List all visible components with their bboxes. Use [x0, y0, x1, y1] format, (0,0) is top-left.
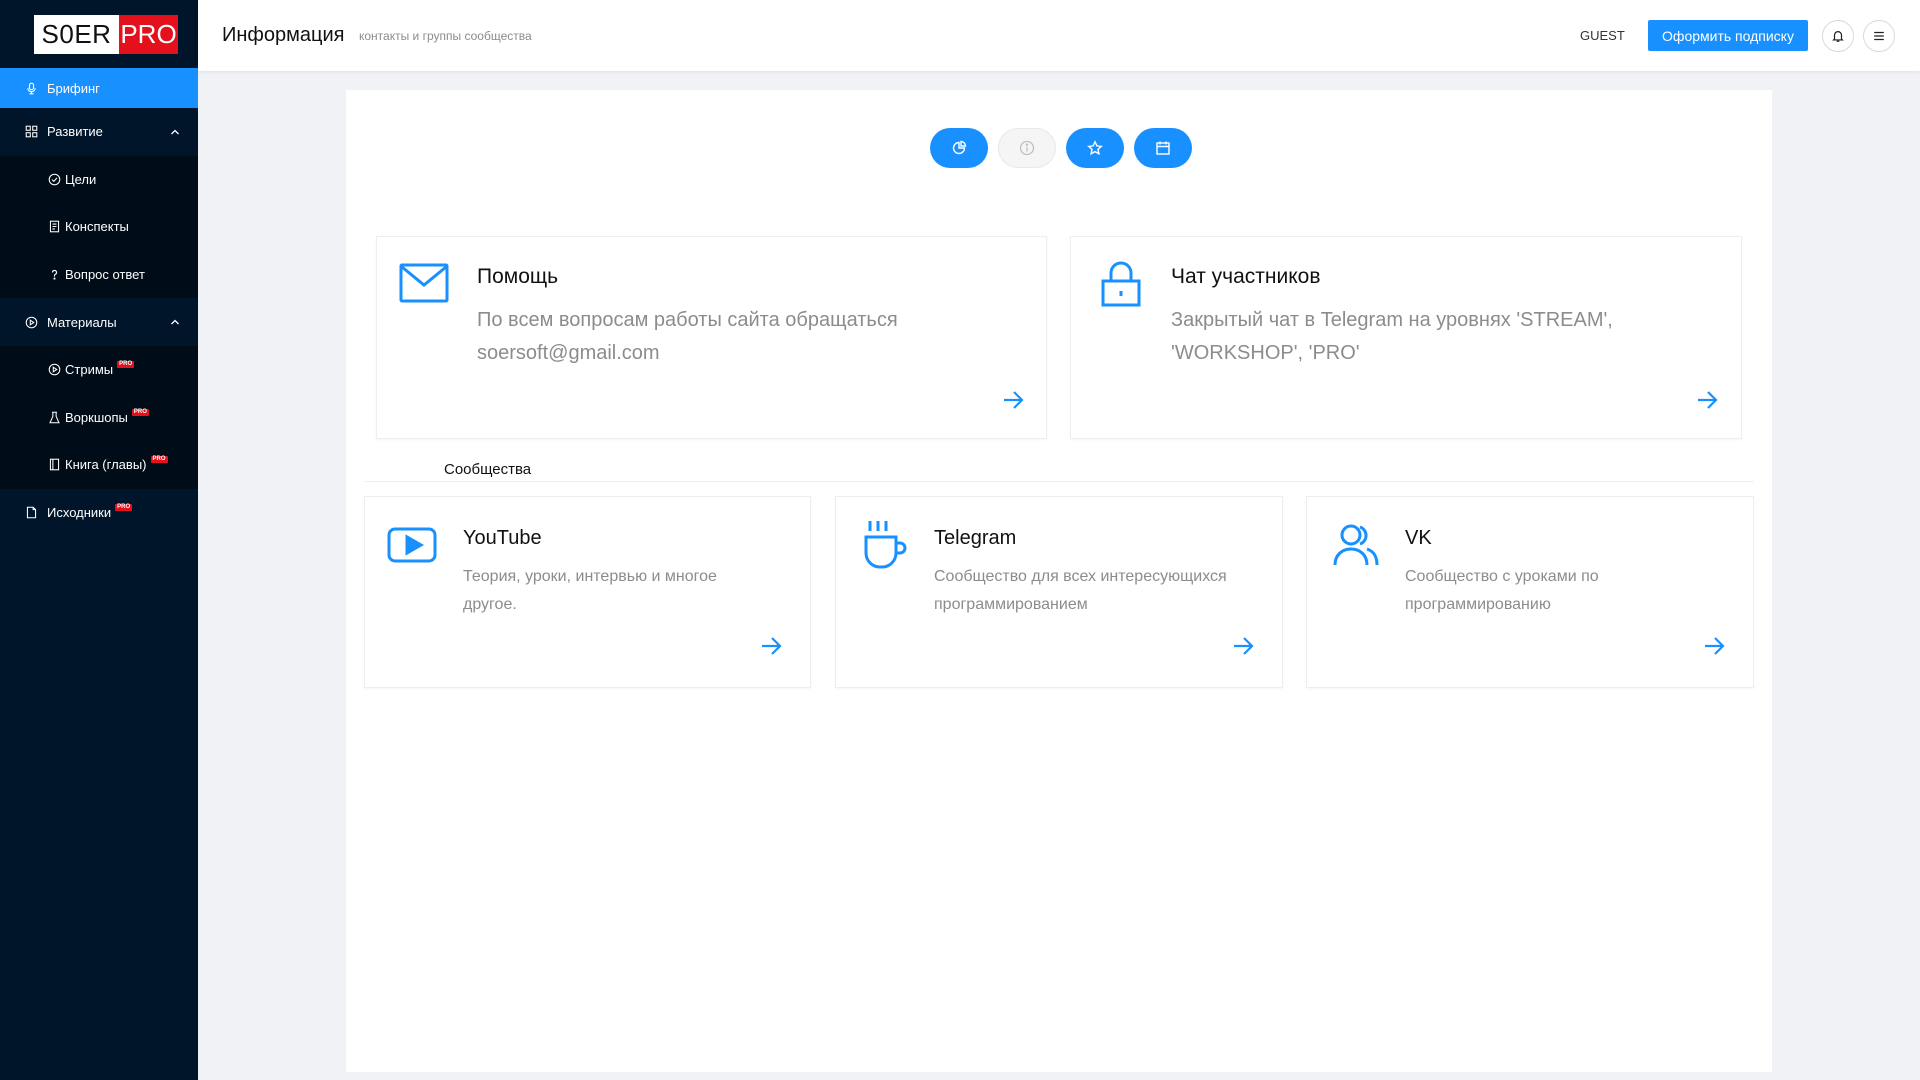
view-tabs	[930, 128, 1192, 168]
chevron-up-icon	[171, 129, 179, 135]
card-description-line: Сообщество для всех интересующихся	[934, 568, 1227, 585]
sidebar-item-workshops[interactable]: Воркшопы PRO	[0, 393, 198, 442]
page-subtitle: контакты и группы сообщества	[359, 29, 532, 43]
microphone-icon	[24, 81, 38, 95]
sidebar-item-label: Брифинг	[47, 80, 100, 96]
sidebar-item-briefing[interactable]: Брифинг	[0, 68, 198, 108]
team-icon	[1333, 524, 1379, 566]
play-circle-icon	[47, 363, 61, 377]
notebook-icon	[47, 220, 61, 234]
sidebar-item-label: Исходники	[47, 505, 112, 521]
telegram-card[interactable]: Telegram Сообщество для всех интересующи…	[835, 496, 1283, 688]
info-circle-icon	[1019, 140, 1035, 156]
vk-card[interactable]: VK Сообщество с уроками по программирова…	[1306, 496, 1754, 688]
file-icon	[24, 506, 38, 520]
calendar-icon	[1156, 141, 1170, 155]
card-title: Помощь	[477, 265, 559, 288]
book-icon	[47, 458, 61, 472]
arrow-right-icon[interactable]	[1002, 389, 1024, 411]
bell-icon	[1832, 31, 1844, 42]
main-content: Помощь По всем вопросам работы сайта обр…	[346, 90, 1772, 1072]
sidebar-item-development[interactable]: Развитие	[0, 108, 198, 156]
card-title: Telegram	[934, 527, 1017, 549]
pro-badge: PRO	[115, 504, 133, 512]
tab-statistics[interactable]	[930, 128, 988, 168]
sidebar: S0ER PRO Брифинг Развитие Цели Конспекты…	[0, 0, 198, 1080]
mail-icon	[399, 263, 449, 303]
sidebar-item-materials[interactable]: Материалы	[0, 298, 198, 346]
subscribe-button[interactable]: Оформить подписку	[1648, 20, 1808, 51]
sidebar-item-sources[interactable]: Исходники PRO	[0, 489, 198, 537]
card-description-line: Теория, уроки, интервью и многое	[463, 568, 717, 585]
question-icon	[47, 268, 61, 282]
card-description-line: программированию	[1405, 596, 1551, 613]
card-description-line: программированием	[934, 596, 1088, 613]
submenu-development: Цели Конспекты Вопрос ответ	[0, 155, 198, 299]
pro-badge: PRO	[131, 408, 149, 416]
card-description-line: 'WORKSHOP', 'PRO'	[1171, 342, 1360, 364]
card-description: Теория, уроки, интервью и многое другое.	[463, 563, 717, 619]
section-title: Сообщества	[444, 461, 532, 478]
sidebar-item-label: Книга (главы)	[65, 457, 147, 473]
card-title: Чат участников	[1171, 265, 1321, 288]
section-divider	[364, 481, 1754, 482]
card-description: Закрытый чат в Telegram на уровнях 'STRE…	[1171, 304, 1613, 370]
pie-chart-icon	[952, 140, 967, 155]
lock-icon	[1101, 261, 1141, 307]
sidebar-item-goals[interactable]: Цели	[0, 155, 198, 204]
sidebar-item-label: Стримы	[65, 362, 114, 378]
logo[interactable]: S0ER PRO	[34, 15, 178, 54]
sidebar-item-faq[interactable]: Вопрос ответ	[0, 250, 198, 299]
sidebar-item-label: Развитие	[47, 124, 103, 140]
experiment-icon	[47, 410, 61, 424]
sidebar-item-label: Конспекты	[65, 219, 129, 235]
card-description: Сообщество с уроками по программированию	[1405, 563, 1599, 619]
youtube-card[interactable]: YouTube Теория, уроки, интервью и многое…	[364, 496, 811, 688]
card-email[interactable]: soersoft@gmail.com	[477, 337, 898, 370]
page-title: Информация	[222, 24, 345, 46]
sidebar-item-label: Цели	[65, 171, 97, 187]
sidebar-item-streams[interactable]: Стримы PRO	[0, 345, 198, 394]
sidebar-item-label: Материалы	[47, 314, 117, 330]
appstore-icon	[24, 125, 38, 139]
tab-calendar[interactable]	[1134, 128, 1192, 168]
arrow-right-icon[interactable]	[760, 635, 782, 657]
tab-favorites[interactable]	[1066, 128, 1124, 168]
sidebar-menu: Брифинг Развитие Цели Конспекты Вопрос о…	[0, 68, 198, 536]
card-description-line: Закрытый чат в Telegram на уровнях 'STRE…	[1171, 309, 1613, 331]
coffee-icon	[864, 521, 907, 569]
chat-card[interactable]: Чат участников Закрытый чат в Telegram н…	[1070, 236, 1742, 439]
tab-info[interactable]	[998, 128, 1056, 168]
sidebar-item-label: Вопрос ответ	[65, 267, 145, 283]
card-description-line: Сообщество с уроками по	[1405, 568, 1599, 585]
play-circle-icon	[24, 315, 38, 329]
chevron-up-icon	[171, 319, 179, 325]
card-description-line: По всем вопросам работы сайта обращаться	[477, 309, 898, 331]
card-title: VK	[1405, 527, 1432, 549]
header: Информация контакты и группы сообщества …	[198, 0, 1920, 71]
star-icon	[1087, 140, 1103, 156]
help-card[interactable]: Помощь По всем вопросам работы сайта обр…	[376, 236, 1047, 439]
card-description: Сообщество для всех интересующихся прогр…	[934, 563, 1227, 619]
pro-badge: PRO	[117, 361, 135, 369]
youtube-icon	[387, 527, 437, 563]
sidebar-item-notes[interactable]: Конспекты	[0, 203, 198, 251]
sidebar-item-label: Воркшопы	[65, 409, 128, 425]
menu-button[interactable]	[1863, 20, 1895, 52]
menu-icon	[1874, 31, 1884, 41]
arrow-right-icon[interactable]	[1696, 389, 1718, 411]
logo-text-right: PRO	[119, 15, 178, 54]
arrow-right-icon[interactable]	[1703, 635, 1725, 657]
user-name[interactable]: GUEST	[1580, 28, 1625, 43]
submenu-materials: Стримы PRO Воркшопы PRO Книга (главы) PR…	[0, 345, 198, 489]
pro-badge: PRO	[150, 456, 168, 464]
card-description-line: другое.	[463, 596, 517, 613]
notifications-button[interactable]	[1822, 20, 1854, 52]
card-title: YouTube	[463, 527, 542, 549]
arrow-right-icon[interactable]	[1232, 635, 1254, 657]
card-description: По всем вопросам работы сайта обращаться…	[477, 304, 898, 370]
sidebar-item-book[interactable]: Книга (главы) PRO	[0, 441, 198, 489]
check-circle-icon	[47, 172, 61, 186]
logo-text-left: S0ER	[34, 15, 119, 54]
